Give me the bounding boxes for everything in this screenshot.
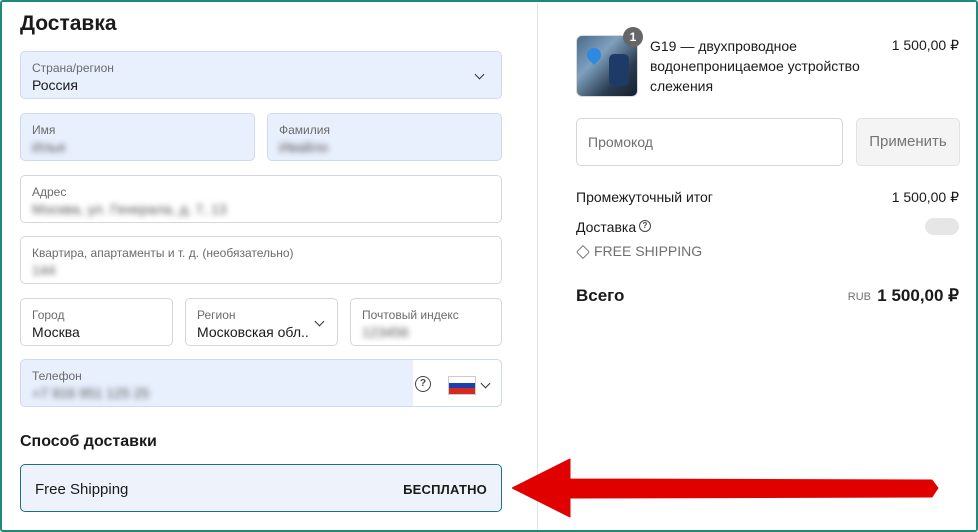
shipping-method-title: Способ доставки: [20, 433, 157, 450]
postal-value: 123456: [362, 324, 409, 340]
address-value: Москва, ул. Генерала, д. 7, 13: [32, 201, 227, 217]
city-label: Город: [32, 308, 65, 322]
first-name-field[interactable]: Имя Илья: [20, 113, 255, 161]
delivery-title: Доставка: [20, 12, 117, 35]
country-value: Россия: [32, 77, 78, 93]
chevron-down-icon: [474, 69, 485, 80]
subtotal-value: 1 500,00 ₽: [891, 189, 959, 205]
region-label: Регион: [197, 308, 236, 322]
chevron-down-icon: [314, 316, 325, 327]
tag-icon: [575, 244, 591, 260]
address-label: Адрес: [32, 185, 67, 199]
first-name-label: Имя: [32, 123, 56, 137]
country-label: Страна/регион: [32, 61, 114, 75]
free-shipping-tag: FREE SHIPPING: [594, 243, 703, 259]
shipping-option-name: Free Shipping: [35, 481, 129, 498]
last-name-value: Ивайло: [279, 139, 329, 155]
first-name-value: Илья: [32, 139, 66, 155]
total-value: 1 500,00 ₽: [877, 286, 959, 305]
phone-label: Телефон: [32, 369, 82, 383]
postal-label: Почтовый индекс: [362, 308, 459, 322]
city-value: Москва: [32, 324, 80, 340]
shipping-label: Доставка: [576, 219, 637, 235]
last-name-label: Фамилия: [279, 123, 330, 137]
russia-flag-icon[interactable]: [448, 376, 476, 395]
region-select[interactable]: Регион Московская обл...: [185, 298, 338, 346]
shipping-option-free[interactable]: Free Shipping БЕСПЛАТНО: [20, 464, 502, 512]
checkout-window: Доставка Страна/регион Россия Имя Илья Ф…: [0, 0, 978, 532]
phone-value: +7 916 951 125 25: [32, 385, 150, 401]
product-price: 1 500,00 ₽: [891, 37, 959, 53]
postal-field[interactable]: Почтовый индекс 123456: [350, 298, 502, 346]
apartment-field[interactable]: Квартира, апартаменты и т. д. (необязате…: [20, 236, 502, 284]
total-currency: RUB: [847, 291, 871, 303]
address-field[interactable]: Адрес Москва, ул. Генерала, д. 7, 13: [20, 175, 502, 223]
quantity-badge: 1: [623, 27, 643, 47]
order-summary: 1 G19 — двухпроводное водонепроницаемое …: [537, 2, 976, 530]
red-arrow-annotation: [512, 458, 939, 518]
region-value: Московская обл...: [197, 324, 309, 340]
help-icon[interactable]: ?: [415, 376, 431, 392]
promo-code-input[interactable]: Промокод: [576, 118, 843, 166]
product-name: G19 — двухпроводное водонепроницаемое ус…: [650, 38, 860, 94]
delivery-form: Доставка Страна/регион Россия Имя Илья Ф…: [2, 2, 537, 530]
apartment-label: Квартира, апартаменты и т. д. (необязате…: [32, 246, 294, 260]
country-select[interactable]: Страна/регион Россия: [20, 51, 502, 99]
shipping-option-price: БЕСПЛАТНО: [403, 482, 487, 497]
location-pin-icon: [584, 45, 604, 65]
tracker-device-image: [609, 54, 629, 86]
apply-button[interactable]: Применить: [856, 118, 960, 166]
subtotal-label: Промежуточный итог: [576, 189, 713, 205]
promo-placeholder: Промокод: [588, 134, 653, 150]
help-icon[interactable]: ?: [639, 220, 651, 232]
city-field[interactable]: Город Москва: [20, 298, 173, 346]
last-name-field[interactable]: Фамилия Ивайло: [267, 113, 502, 161]
shipping-value-placeholder: [925, 218, 959, 235]
apartment-value: 144: [32, 262, 56, 278]
total-label: Всего: [576, 286, 625, 305]
